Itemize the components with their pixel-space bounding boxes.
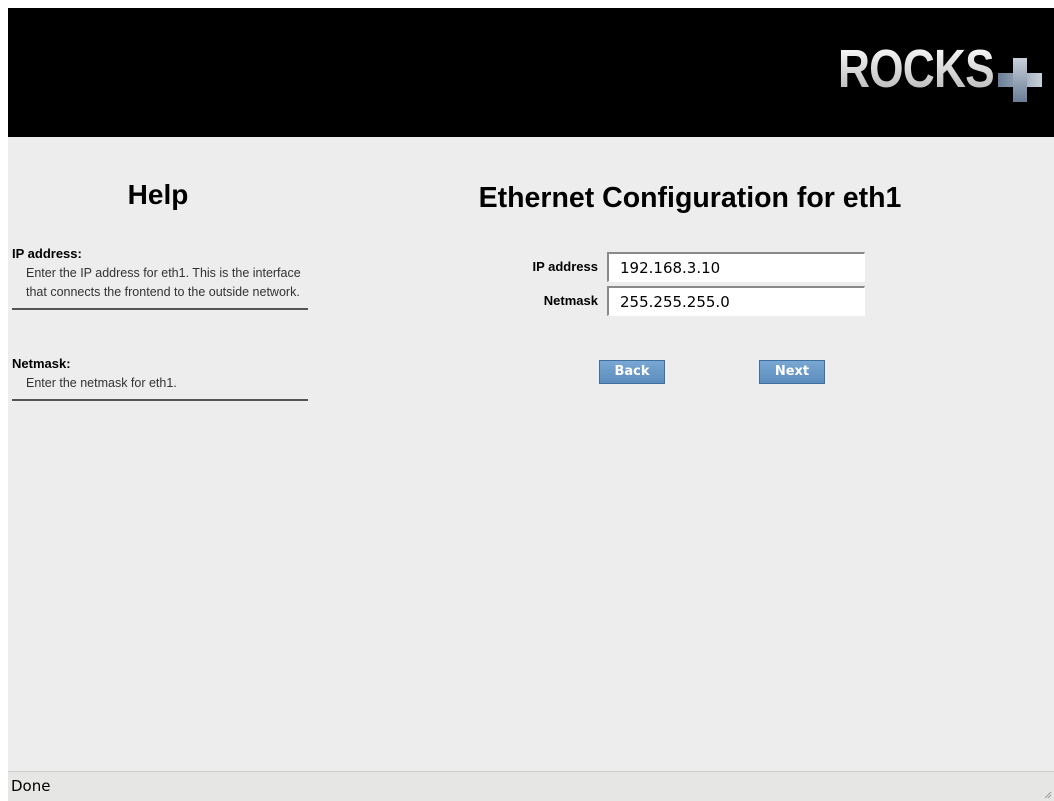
plus-icon [998,58,1042,102]
ip-address-label: IP address [532,259,598,274]
rocks-logo: ROCKS [838,34,1048,114]
help-title: Help [127,179,189,210]
netmask-input[interactable] [607,286,865,316]
browser-content: ROCKS Help IP address: Enter the IP addr… [8,8,1054,801]
help-description: Enter the IP address for eth1. This is t… [26,266,301,299]
help-description: Enter the netmask for eth1. [26,376,177,390]
netmask-label: Netmask [543,293,598,308]
page-title: Ethernet Configuration for eth1 [478,182,902,214]
resize-grip-icon[interactable] [1042,789,1052,799]
help-term: IP address: [12,246,82,261]
logo-wordmark: ROCKS [838,39,995,99]
help-term: Netmask: [12,356,71,371]
status-text: Done [11,777,51,795]
netmask-row: Netmask [468,286,868,316]
ip-address-row: IP address [468,252,868,282]
next-button[interactable]: Next [759,360,825,384]
help-item-ip-address: IP address: Enter the IP address for eth… [12,246,308,310]
status-bar: Done [8,771,1054,801]
ip-address-input[interactable] [607,252,865,282]
header-banner: ROCKS [8,8,1054,137]
help-item-netmask: Netmask: Enter the netmask for eth1. [12,356,308,401]
back-button[interactable]: Back [599,360,665,384]
